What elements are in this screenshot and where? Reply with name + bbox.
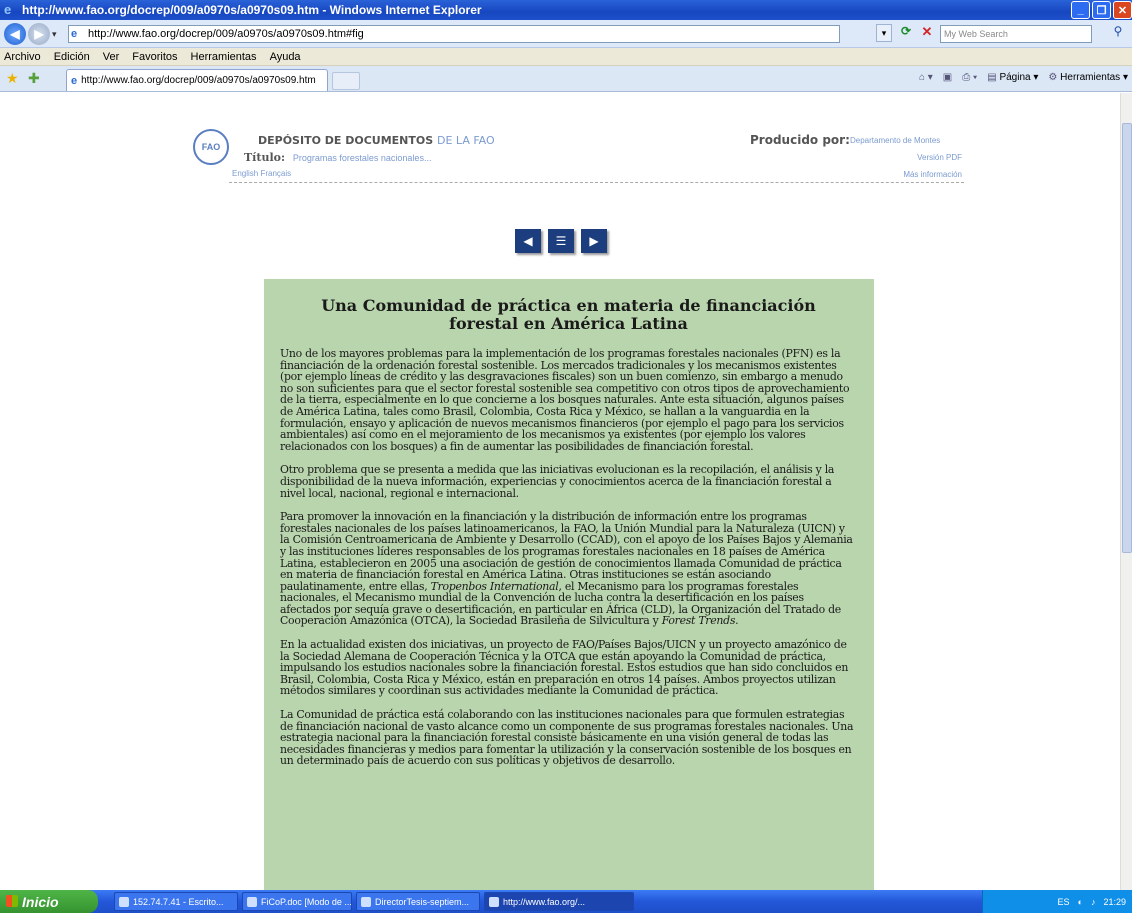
previous-page-icon[interactable]: ◀ — [515, 229, 541, 253]
close-button[interactable]: ✕ — [1113, 1, 1132, 19]
menu-ver[interactable]: Ver — [103, 51, 120, 63]
taskbar-item[interactable]: DirectorTesis-septiem... — [356, 892, 480, 911]
repository-suffix: DE LA FAO — [437, 134, 495, 147]
fao-logo[interactable]: FAO — [193, 129, 229, 165]
language-indicator[interactable]: ES — [1058, 897, 1070, 907]
table-of-contents-icon[interactable]: ☰ — [548, 229, 574, 253]
taskbar: Inicio 152.74.7.41 - Escrito... FiCoP.do… — [0, 890, 1132, 913]
clock: 21:29 — [1103, 896, 1126, 907]
window-controls: _ ❐ ✕ — [1071, 1, 1132, 19]
history-dropdown-icon[interactable]: ▾ — [52, 29, 57, 40]
repository-heading: DEPÓSITO DE DOCUMENTOS DE LA FAO — [258, 134, 495, 147]
address-toolbar: ◀ ▶ ▾ e http://www.fao.org/docrep/009/a0… — [0, 20, 1132, 48]
tools-menu-label: Herramientas — [1060, 72, 1121, 83]
taskbar-item-label: FiCoP.doc [Modo de ... — [261, 896, 352, 907]
internet-explorer-icon — [489, 896, 499, 907]
article-title: Una Comunidad de práctica en materia de … — [321, 296, 816, 333]
article-paragraph-3: Para promover la innovación en la financ… — [280, 511, 857, 627]
tab-bar: ★ ✚ e http://www.fao.org/docrep/009/a097… — [0, 66, 1132, 92]
favorites-star-icon[interactable]: ★ — [6, 70, 19, 87]
internet-explorer-icon: e — [4, 2, 12, 17]
taskbar-item[interactable]: http://www.fao.org/... — [484, 892, 634, 911]
search-icon[interactable]: ⚲ — [1108, 24, 1128, 42]
network-icon[interactable]: ◐ — [1078, 897, 1083, 907]
tab-current-page[interactable]: e http://www.fao.org/docrep/009/a0970s/a… — [66, 69, 328, 91]
add-favorites-icon[interactable]: ✚ — [28, 70, 40, 87]
produced-by-link[interactable]: Departamento de Montes — [850, 136, 940, 145]
article-paragraph-2: Otro problema que se presenta a medida q… — [280, 463, 835, 500]
page-navigation: ◀ ☰ ▶ — [515, 229, 607, 253]
page-icon: ▤ — [987, 72, 1000, 83]
home-icon[interactable]: ⌂ ▾ — [919, 72, 933, 83]
menu-bar: Archivo Edición Ver Favoritos Herramient… — [0, 48, 1132, 66]
new-tab-button[interactable] — [332, 72, 360, 90]
repository-name: DEPÓSITO DE DOCUMENTOS — [258, 134, 434, 147]
command-bar: ⌂ ▾ ▣ ⎙ ▾ ▤ Página ▾ ⚙ Herramientas ▾ — [919, 72, 1128, 83]
header-divider — [229, 182, 964, 183]
scrollbar-thumb[interactable] — [1122, 123, 1132, 553]
next-page-icon[interactable]: ▶ — [581, 229, 607, 253]
tab-page-icon: e — [71, 74, 78, 87]
address-input[interactable]: e http://www.fao.org/docrep/009/a0970s/a… — [68, 25, 840, 43]
taskbar-item-label: http://www.fao.org/... — [503, 896, 586, 907]
menu-archivo[interactable]: Archivo — [4, 51, 41, 63]
start-label: Inicio — [22, 893, 59, 910]
address-dropdown-icon[interactable]: ▾ — [876, 24, 892, 42]
windows-logo-icon — [6, 895, 18, 907]
window-titlebar[interactable]: e http://www.fao.org/docrep/009/a0970s/a… — [0, 0, 1132, 20]
article-paragraph-5: La Comunidad de práctica está colaborand… — [280, 708, 854, 768]
menu-edicion[interactable]: Edición — [54, 51, 90, 63]
search-input[interactable]: My Web Search — [940, 25, 1092, 43]
taskbar-item-label: 152.74.7.41 - Escrito... — [133, 896, 224, 907]
maximize-button[interactable]: ❐ — [1092, 1, 1111, 19]
page-icon: e — [71, 27, 78, 40]
article-paragraph-4: En la actualidad existen dos iniciativas… — [280, 638, 849, 698]
taskbar-item-label: DirectorTesis-septiem... — [375, 896, 470, 907]
window-title: http://www.fao.org/docrep/009/a0970s/a09… — [22, 3, 482, 17]
tools-menu-button[interactable]: ⚙ Herramientas ▾ — [1048, 72, 1128, 83]
minimize-button[interactable]: _ — [1071, 1, 1090, 19]
volume-icon[interactable]: ♪ — [1091, 897, 1096, 907]
feeds-icon[interactable]: ▣ — [943, 72, 952, 83]
taskbar-item[interactable]: FiCoP.doc [Modo de ... — [242, 892, 352, 911]
word-document-icon — [361, 896, 371, 907]
word-document-icon — [247, 896, 257, 907]
refresh-icon[interactable]: ⟳ — [896, 24, 916, 42]
titulo-label: Título: — [244, 151, 286, 164]
page-menu-button[interactable]: ▤ Página ▾ — [987, 72, 1038, 83]
forward-button[interactable]: ▶ — [28, 23, 50, 45]
pdf-version-link[interactable]: Versión PDF — [900, 153, 962, 162]
tab-title: http://www.fao.org/docrep/009/a0970s/a09… — [81, 75, 316, 86]
menu-ayuda[interactable]: Ayuda — [270, 51, 301, 63]
more-info-link[interactable]: Más información — [880, 170, 962, 179]
address-url: http://www.fao.org/docrep/009/a0970s/a09… — [88, 28, 364, 40]
menu-herramientas[interactable]: Herramientas — [191, 51, 257, 63]
produced-by-label: Producido por: — [750, 133, 850, 147]
start-button[interactable]: Inicio — [0, 890, 98, 913]
forest-trends-name: Forest Trends — [661, 614, 736, 628]
vertical-scrollbar[interactable] — [1120, 93, 1132, 890]
article-paragraph-1: Uno de los mayores problemas para la imp… — [280, 347, 850, 453]
menu-favoritos[interactable]: Favoritos — [132, 51, 177, 63]
web-page: FAO DEPÓSITO DE DOCUMENTOS DE LA FAO Tít… — [0, 93, 1120, 890]
system-tray: ES ◐ ♪ 21:29 — [982, 890, 1132, 913]
taskbar-item[interactable]: 152.74.7.41 - Escrito... — [114, 892, 238, 911]
page-menu-label: Página — [999, 72, 1031, 83]
window-icon — [119, 896, 129, 907]
gear-icon: ⚙ — [1048, 72, 1061, 83]
print-icon[interactable]: ⎙ ▾ — [962, 72, 977, 83]
stop-icon[interactable]: ✕ — [918, 24, 936, 42]
document-title-row: Título: Programas forestales nacionales.… — [244, 151, 431, 164]
back-button[interactable]: ◀ — [4, 23, 26, 45]
titulo-link[interactable]: Programas forestales nacionales... — [293, 153, 432, 163]
paragraph-3-part-c: . — [735, 614, 739, 628]
language-links[interactable]: English Français — [232, 169, 291, 178]
article-box: Una Comunidad de práctica en materia de … — [264, 279, 874, 890]
